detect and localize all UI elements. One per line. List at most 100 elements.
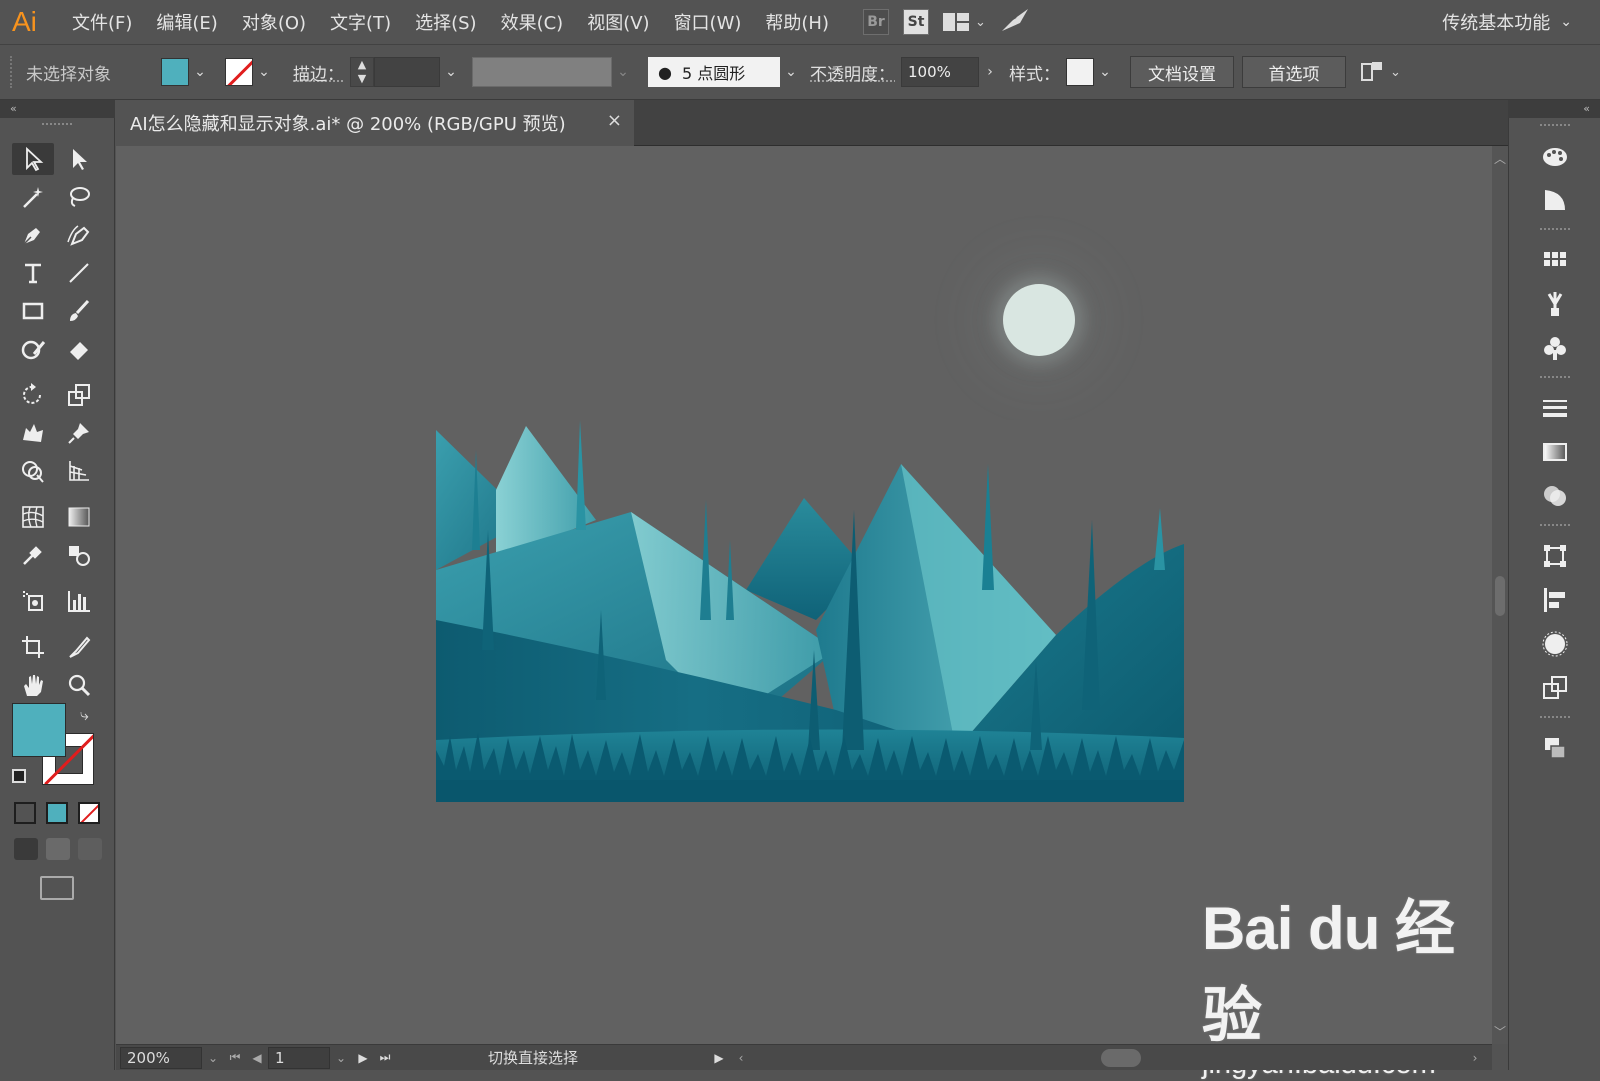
scroll-left-icon[interactable]: ‹ (730, 1051, 752, 1065)
dock-grip-2[interactable] (1539, 228, 1570, 232)
arrange-panel-icon[interactable]: ⌄ (1360, 60, 1401, 84)
zoom-tool-icon[interactable] (58, 669, 100, 701)
direct-selection-tool-icon[interactable] (58, 143, 100, 175)
perspective-grid-tool-icon[interactable] (58, 455, 100, 487)
panel-grip[interactable] (10, 56, 16, 88)
pathfinder-panel-icon[interactable] (1509, 622, 1600, 666)
style-dropdown-icon[interactable]: ⌄ (1094, 58, 1116, 86)
stroke-weight-field[interactable] (374, 57, 440, 87)
column-graph-tool-icon[interactable] (58, 585, 100, 617)
zoom-field[interactable]: 200% (120, 1046, 202, 1069)
artboard-dropdown-icon[interactable]: ⌄ (330, 1051, 352, 1065)
pin-tool-icon[interactable] (58, 417, 100, 449)
stroke-weight-dropdown-icon[interactable]: ⌄ (440, 58, 462, 86)
stroke-swatch[interactable] (225, 58, 253, 86)
variable-width-profile[interactable] (472, 57, 612, 87)
opacity-field[interactable]: 100% (901, 57, 979, 87)
horizontal-scroll-thumb[interactable] (1101, 1049, 1141, 1067)
menu-view[interactable]: 视图(V) (575, 9, 661, 35)
selection-tool-icon[interactable] (12, 143, 54, 175)
draw-behind-icon[interactable] (46, 838, 70, 860)
menu-type[interactable]: 文字(T) (318, 9, 403, 35)
menu-select[interactable]: 选择(S) (403, 9, 488, 35)
screen-mode-icon[interactable] (40, 876, 74, 900)
menu-file[interactable]: 文件(F) (60, 9, 144, 35)
menu-object[interactable]: 对象(O) (230, 9, 318, 35)
dock-grip-5[interactable] (1539, 716, 1570, 720)
paintbrush-tool-icon[interactable] (58, 295, 100, 327)
blend-tool-icon[interactable] (58, 539, 100, 571)
swap-fill-stroke-icon[interactable]: ⤷ (80, 705, 89, 725)
none-mode-button[interactable] (78, 802, 100, 824)
stroke-dropdown-icon[interactable]: ⌄ (253, 58, 275, 86)
gradient-tool-icon[interactable] (58, 501, 100, 533)
rotate-tool-icon[interactable] (12, 379, 54, 411)
transform-panel-icon[interactable] (1509, 534, 1600, 578)
bridge-button[interactable]: Br (863, 9, 889, 35)
last-artboard-icon[interactable]: ⏭ (374, 1050, 396, 1065)
eyedropper-tool-icon[interactable] (12, 539, 54, 571)
vertical-scrollbar[interactable]: ︿ ﹀ (1492, 146, 1508, 1044)
status-menu-arrow-icon[interactable]: ▶ (708, 1051, 730, 1065)
vertical-scroll-thumb[interactable] (1495, 576, 1505, 616)
first-artboard-icon[interactable]: ⏮ (224, 1050, 246, 1065)
color-guide-panel-icon[interactable] (1509, 178, 1600, 222)
menu-window[interactable]: 窗口(W) (662, 9, 754, 35)
color-panel-icon[interactable] (1509, 134, 1600, 178)
symbol-sprayer-tool-icon[interactable] (12, 585, 54, 617)
gpu-performance-icon[interactable] (1000, 7, 1030, 38)
scroll-down-icon[interactable]: ﹀ (1492, 1023, 1508, 1040)
lasso-tool-icon[interactable] (58, 181, 100, 213)
moon-artwork[interactable] (1003, 284, 1075, 356)
symbols-panel-icon[interactable] (1509, 326, 1600, 370)
dock-grip[interactable] (1539, 124, 1570, 128)
brush-definition[interactable]: ● 5 点圆形 (648, 57, 780, 87)
puppet-warp-tool-icon[interactable] (12, 417, 54, 449)
hand-tool-icon[interactable] (12, 669, 54, 701)
fill-dropdown-icon[interactable]: ⌄ (189, 58, 211, 86)
fill-box[interactable] (12, 703, 66, 757)
graphic-style-swatch[interactable] (1066, 58, 1094, 86)
swatches-panel-icon[interactable] (1509, 238, 1600, 282)
slice-tool-icon[interactable] (58, 631, 100, 663)
toolbar-grip[interactable] (42, 123, 72, 127)
scroll-right-icon[interactable]: › (1464, 1051, 1486, 1065)
previous-artboard-icon[interactable]: ◀ (246, 1051, 268, 1065)
export-panel-icon[interactable] (1509, 666, 1600, 710)
transparency-panel-icon[interactable] (1509, 474, 1600, 518)
zoom-dropdown-icon[interactable]: ⌄ (202, 1051, 224, 1065)
dock-grip-3[interactable] (1539, 376, 1570, 380)
stock-button[interactable]: St (903, 9, 929, 35)
preferences-button[interactable]: 首选项 (1242, 56, 1346, 88)
profile-dropdown-icon[interactable]: ⌄ (612, 58, 634, 86)
draw-inside-icon[interactable] (78, 838, 102, 860)
brush-dropdown-icon[interactable]: ⌄ (780, 58, 802, 86)
mesh-tool-icon[interactable] (12, 501, 54, 533)
document-setup-button[interactable]: 文档设置 (1130, 56, 1234, 88)
artboard-tool-icon[interactable] (12, 631, 54, 663)
brushes-panel-icon[interactable] (1509, 282, 1600, 326)
document-tab[interactable]: AI怎么隐藏和显示对象.ai* @ 200% (RGB/GPU 预览) × (116, 100, 634, 146)
fill-stroke-widget[interactable]: ⤷ (12, 703, 102, 793)
artboard-number-field[interactable]: 1 (268, 1046, 330, 1069)
menu-help[interactable]: 帮助(H) (753, 9, 841, 35)
magic-wand-tool-icon[interactable] (12, 181, 54, 213)
toolbar-collapse-strip[interactable]: « (0, 100, 115, 118)
menu-edit[interactable]: 编辑(E) (144, 9, 229, 35)
pen-tool-icon[interactable] (12, 219, 54, 251)
gradient-panel-icon[interactable] (1509, 430, 1600, 474)
shape-builder-tool-icon[interactable] (12, 455, 54, 487)
align-panel-icon[interactable] (1509, 578, 1600, 622)
dock-collapse-strip[interactable]: « (1508, 100, 1600, 118)
gradient-mode-button[interactable] (46, 802, 68, 824)
workspace-switcher[interactable]: 传统基本功能 ⌄ (1442, 0, 1572, 44)
line-segment-tool-icon[interactable] (58, 257, 100, 289)
type-tool-icon[interactable] (12, 257, 54, 289)
curvature-tool-icon[interactable] (58, 219, 100, 251)
opacity-label[interactable]: 不透明度： (810, 60, 895, 85)
scroll-up-icon[interactable]: ︿ (1492, 150, 1508, 167)
eraser-tool-icon[interactable] (58, 333, 100, 365)
opacity-arrow-icon[interactable]: › (979, 58, 1001, 86)
next-artboard-icon[interactable]: ▶ (352, 1051, 374, 1065)
artboard-landscape[interactable] (436, 420, 1184, 802)
